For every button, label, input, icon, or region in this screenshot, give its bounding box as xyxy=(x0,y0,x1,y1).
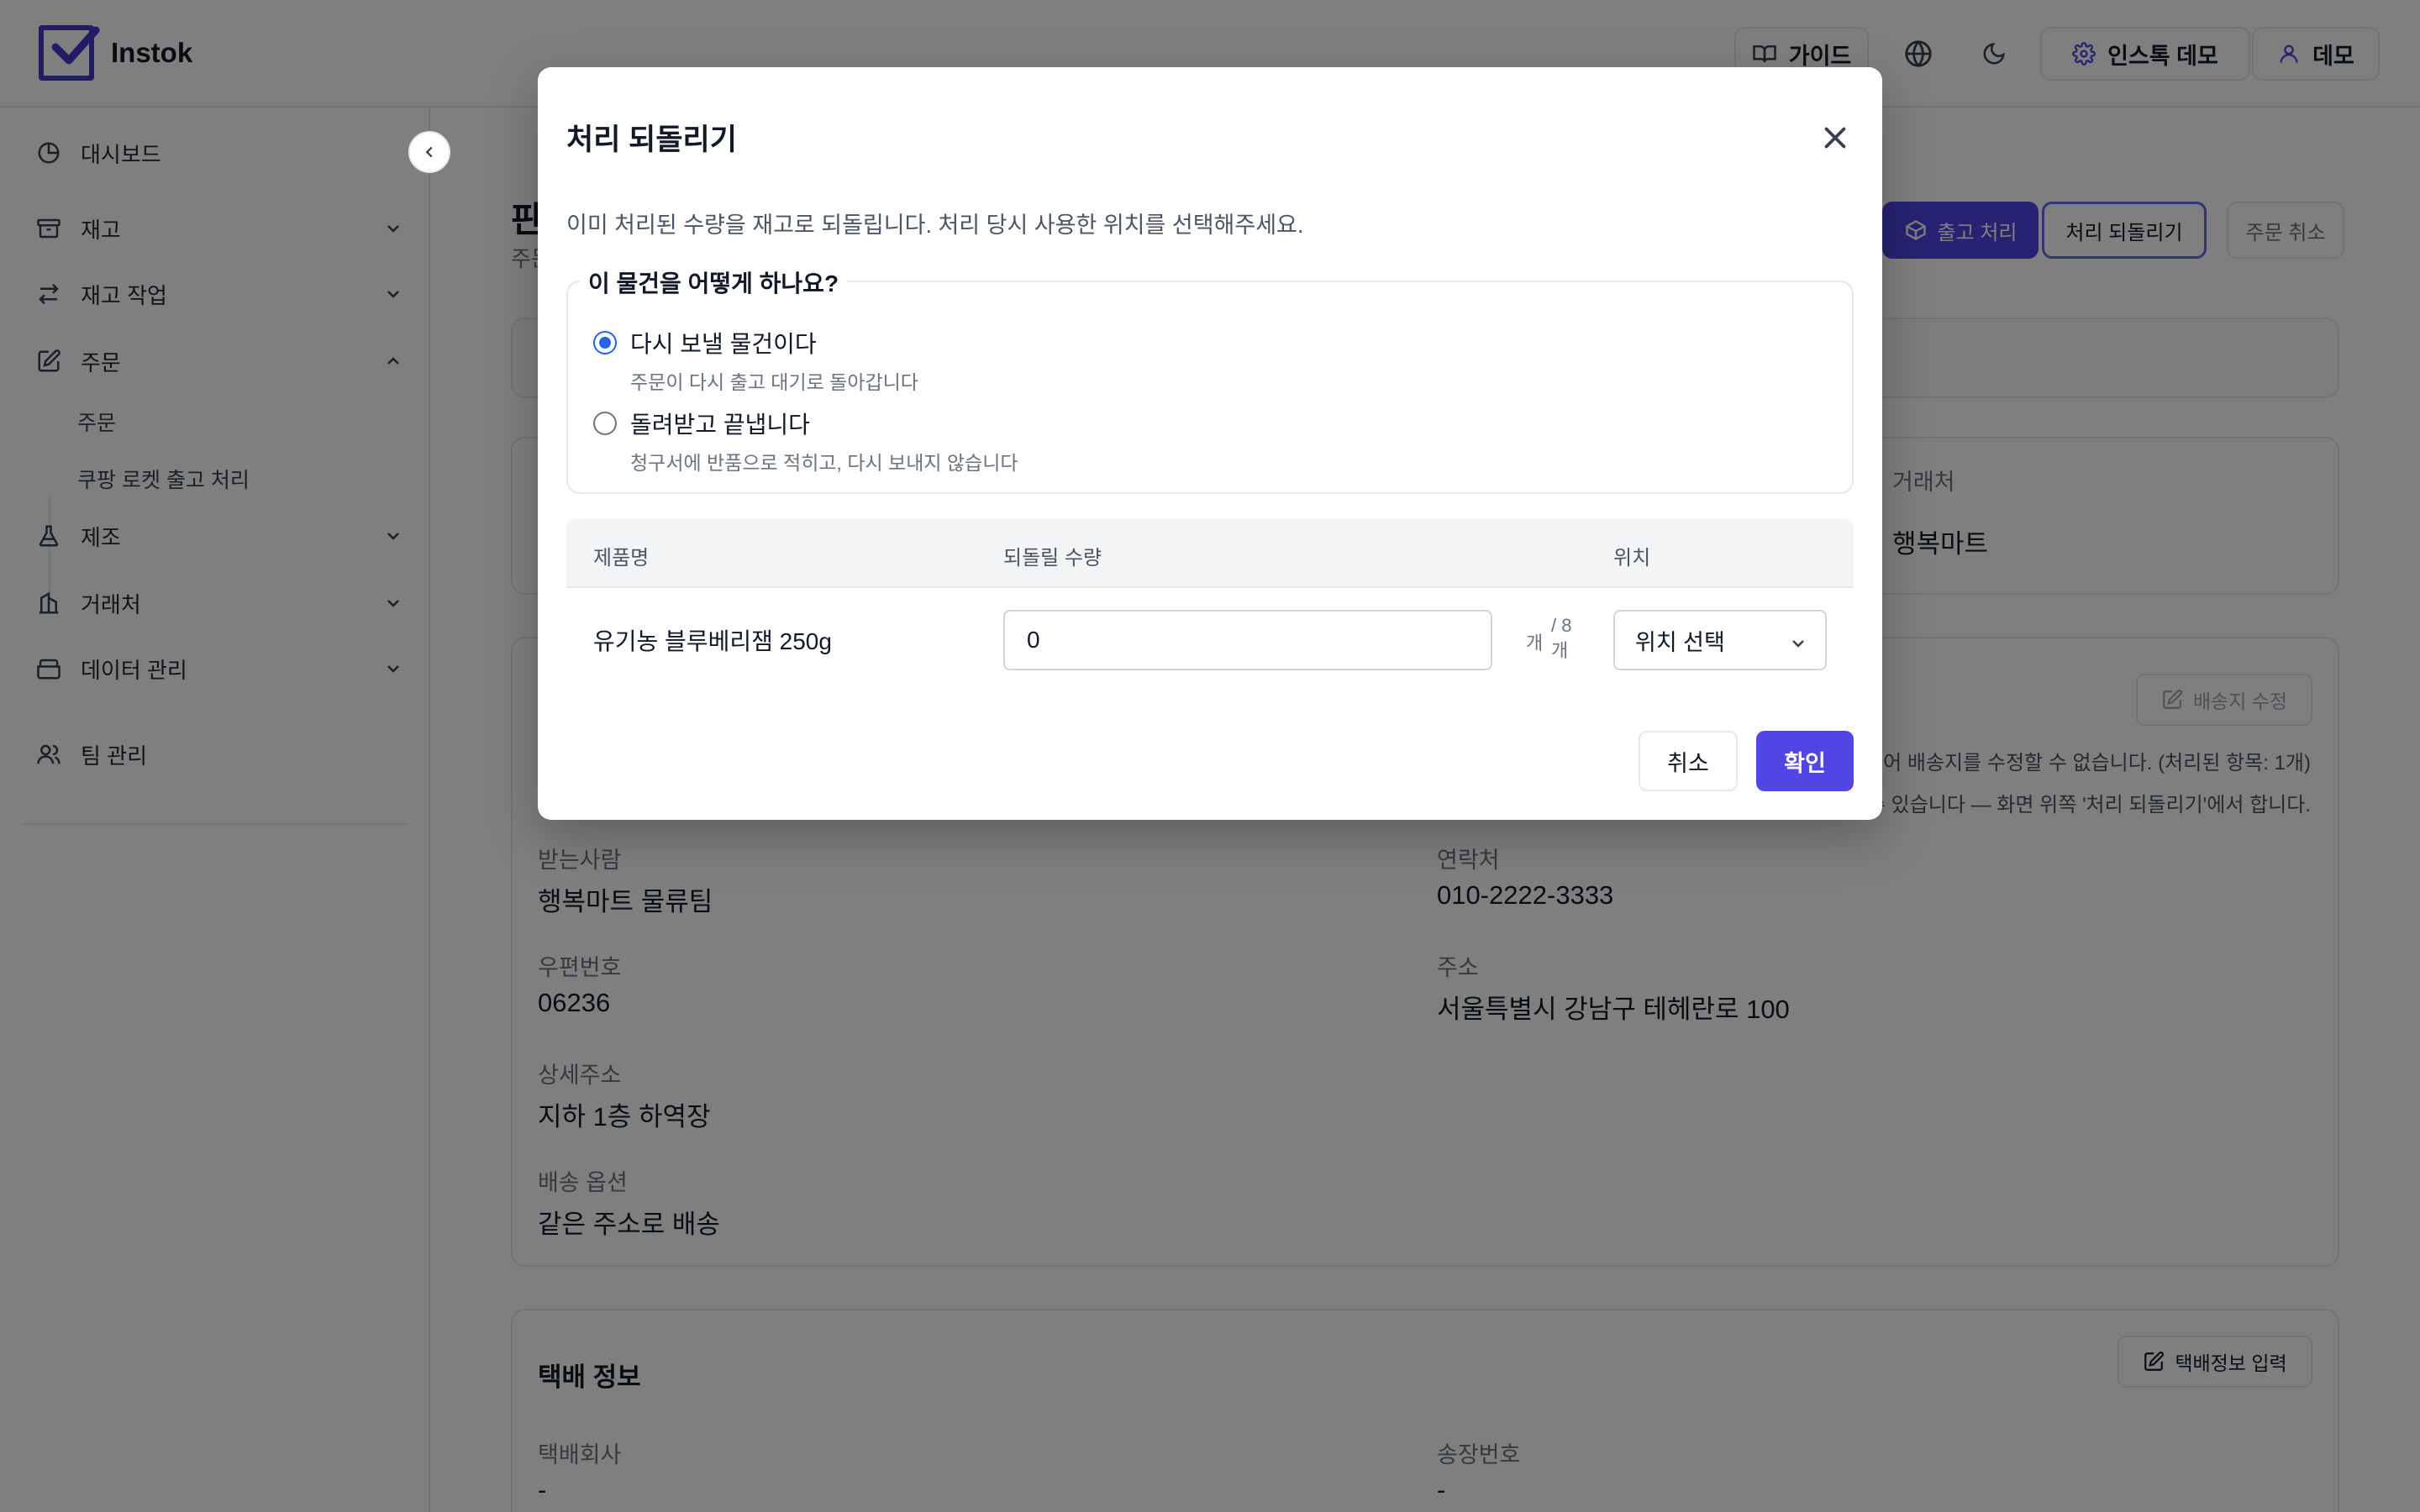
location-select[interactable]: 위치 선택 xyxy=(1613,610,1827,670)
close-icon xyxy=(1824,127,1846,149)
radio-return-close[interactable] xyxy=(593,412,617,435)
location-select-value: 위치 선택 xyxy=(1635,629,1725,655)
table-row: 유기농 블루베리잼 250g 개 / 8 개 위치 선택 xyxy=(566,588,1854,689)
close-button[interactable] xyxy=(1817,119,1854,156)
cancel-button[interactable]: 취소 xyxy=(1639,731,1738,791)
chevron-left-icon xyxy=(425,146,433,158)
radio-resend[interactable] xyxy=(593,331,617,354)
confirm-button[interactable]: 확인 xyxy=(1756,731,1854,791)
chevron-down-icon xyxy=(1792,640,1804,648)
option-return-close-description: 청구서에 반품으로 적히고, 다시 보내지 않습니다 xyxy=(630,452,1018,474)
option-resend-label: 다시 보낼 물건이다 xyxy=(630,331,817,357)
dialog-title: 처리 되돌리기 xyxy=(566,123,737,156)
disposition-fieldset: 이 물건을 어떻게 하나요? 다시 보낼 물건이다 주문이 다시 출고 대기로 … xyxy=(566,265,1854,494)
column-header-product: 제품명 xyxy=(593,547,650,570)
product-name: 유기농 블루베리잼 250g xyxy=(593,628,832,654)
option-resend-description: 주문이 다시 출고 대기로 돌아갑니다 xyxy=(630,371,918,393)
revert-quantity-input[interactable] xyxy=(1003,610,1492,670)
option-return-close-label: 돌려받고 끝냅니다 xyxy=(630,412,810,438)
table-header: 제품명 되돌릴 수량 위치 xyxy=(566,519,1854,588)
dialog-description: 이미 처리된 수량을 재고로 되돌립니다. 처리 당시 사용한 위치를 선택해주… xyxy=(566,213,1304,238)
disposition-question: 이 물건을 어떻게 하나요? xyxy=(580,265,848,299)
option-return-close[interactable]: 돌려받고 끝냅니다 청구서에 반품으로 적히고, 다시 보내지 않습니다 xyxy=(593,407,1018,475)
sidebar-collapse-button[interactable] xyxy=(408,131,450,173)
revert-processing-dialog: 처리 되돌리기 이미 처리된 수량을 재고로 되돌립니다. 처리 당시 사용한 … xyxy=(538,67,1882,820)
quantity-unit: 개 xyxy=(1526,633,1544,654)
max-quantity: / 8 개 xyxy=(1551,615,1572,661)
column-header-quantity: 되돌릴 수량 xyxy=(1003,547,1102,570)
option-resend[interactable]: 다시 보낼 물건이다 주문이 다시 출고 대기로 돌아갑니다 xyxy=(593,326,918,395)
column-header-location: 위치 xyxy=(1613,547,1651,570)
